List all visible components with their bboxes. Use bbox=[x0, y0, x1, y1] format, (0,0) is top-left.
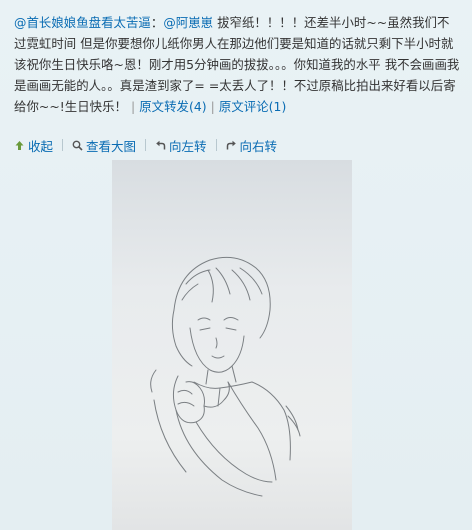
magnifier-icon bbox=[72, 140, 83, 151]
pencil-sketch-illustration bbox=[112, 160, 352, 530]
toolbar-divider bbox=[62, 139, 64, 151]
rotate-right-label: 向右转 bbox=[239, 138, 278, 154]
target-mention-link[interactable]: @阿崽崽 bbox=[163, 15, 213, 30]
view-large-button[interactable]: 查看大图 bbox=[72, 136, 136, 155]
original-repost-link[interactable]: 原文转发(4) bbox=[139, 99, 206, 114]
arrow-up-icon bbox=[15, 140, 24, 150]
collapse-label: 收起 bbox=[28, 138, 54, 154]
colon: ： bbox=[150, 15, 164, 30]
collapse-button[interactable]: 收起 bbox=[14, 136, 53, 155]
original-comment-link[interactable]: 原文评论(1) bbox=[219, 99, 286, 114]
rotate-right-icon bbox=[226, 140, 236, 149]
author-mention-link[interactable]: @首长娘娘鱼盘看太苦逼 bbox=[14, 15, 151, 30]
toolbar-divider bbox=[145, 139, 147, 151]
separator: | bbox=[130, 99, 136, 114]
image-toolbar: 收起 查看大图 向左转 向右转 bbox=[14, 136, 278, 155]
attached-photo[interactable] bbox=[112, 160, 352, 530]
repost-box: @首长娘娘鱼盘看太苦逼：@阿崽崽 拔窄纸！！！！还差半小时~~虽然我们不过霓虹时… bbox=[0, 0, 472, 530]
post-text: @首长娘娘鱼盘看太苦逼：@阿崽崽 拔窄纸！！！！还差半小时~~虽然我们不过霓虹时… bbox=[14, 12, 460, 117]
rotate-left-icon bbox=[156, 140, 166, 149]
separator: | bbox=[210, 99, 215, 114]
rotate-left-button[interactable]: 向左转 bbox=[155, 136, 207, 155]
view-large-label: 查看大图 bbox=[86, 138, 137, 154]
rotate-left-label: 向左转 bbox=[169, 138, 207, 154]
toolbar-divider bbox=[215, 139, 217, 151]
rotate-right-button[interactable]: 向右转 bbox=[226, 136, 278, 155]
